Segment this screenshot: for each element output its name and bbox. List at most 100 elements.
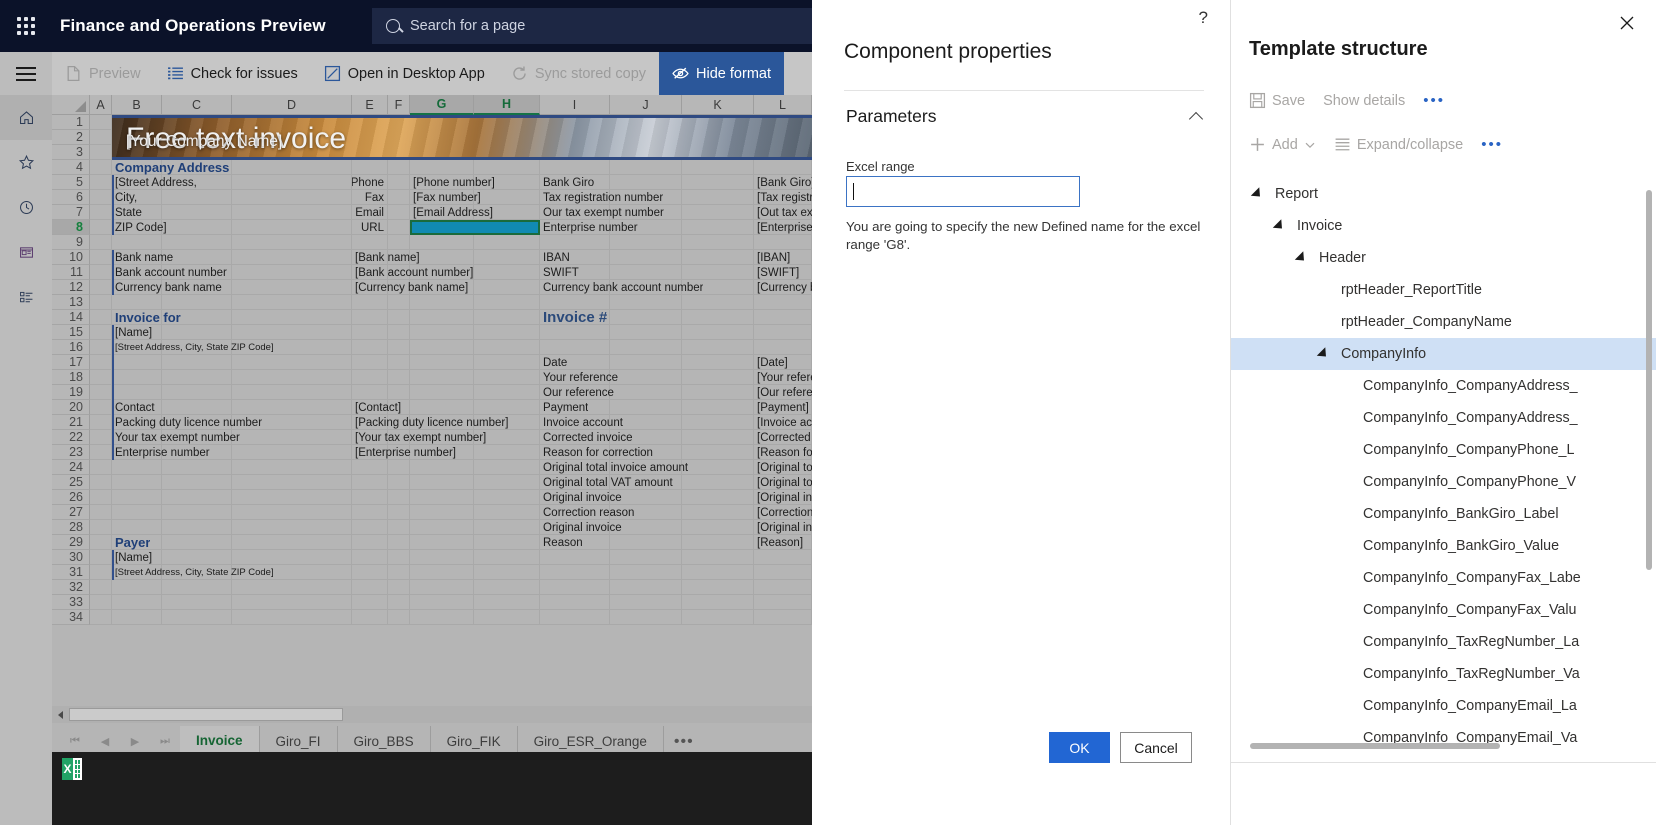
- grid-cell[interactable]: [232, 400, 352, 414]
- grid-cell[interactable]: [352, 490, 388, 504]
- grid-cell[interactable]: [90, 580, 112, 594]
- grid-cell[interactable]: [352, 310, 388, 324]
- grid-row[interactable]: [90, 475, 812, 490]
- grid-cell[interactable]: [112, 175, 162, 189]
- grid-cell[interactable]: [474, 235, 540, 249]
- grid-cell[interactable]: [540, 205, 610, 219]
- grid-cell[interactable]: [474, 280, 540, 294]
- grid-cell[interactable]: [112, 505, 162, 519]
- grid-cell[interactable]: [162, 340, 232, 354]
- grid-row[interactable]: [90, 505, 812, 520]
- grid-row[interactable]: [90, 490, 812, 505]
- grid-cell[interactable]: [352, 175, 388, 189]
- grid-body[interactable]: Company Address[Street Address,Phone[Pho…: [90, 115, 812, 625]
- grid-cell[interactable]: [162, 430, 232, 444]
- grid-cell[interactable]: [90, 595, 112, 609]
- grid-cell[interactable]: [610, 325, 682, 339]
- grid-cell[interactable]: [112, 385, 162, 399]
- grid-cell[interactable]: [90, 565, 112, 579]
- grid-cell[interactable]: [232, 460, 352, 474]
- grid-cell[interactable]: [162, 220, 232, 234]
- grid-cell[interactable]: [754, 280, 812, 294]
- grid-cell[interactable]: [540, 565, 610, 579]
- grid-cell[interactable]: [232, 610, 352, 624]
- tree-node-companyinfo-taxregnumber-la[interactable]: CompanyInfo_TaxRegNumber_La: [1231, 626, 1656, 658]
- row-header-9[interactable]: 9: [52, 235, 90, 250]
- template-tree[interactable]: ReportInvoiceHeaderrptHeader_ReportTitle…: [1231, 178, 1656, 746]
- grid-cell[interactable]: [540, 415, 610, 429]
- tree-node-rptheader-reporttitle[interactable]: rptHeader_ReportTitle: [1231, 274, 1656, 306]
- spreadsheet-grid[interactable]: ABCDEFGHIJKL 123456789101112131415161718…: [52, 95, 812, 755]
- hamburger-menu-icon[interactable]: [0, 52, 52, 95]
- grid-cell[interactable]: [90, 355, 112, 369]
- tree-horizontal-scrollbar[interactable]: [1250, 743, 1500, 749]
- grid-cell[interactable]: [682, 340, 754, 354]
- grid-cell[interactable]: [754, 370, 812, 384]
- grid-cell[interactable]: [388, 175, 410, 189]
- grid-cell[interactable]: [388, 550, 410, 564]
- selected-cell-G8[interactable]: [410, 220, 540, 235]
- grid-cell[interactable]: [474, 190, 540, 204]
- cancel-button[interactable]: Cancel: [1120, 732, 1192, 763]
- column-header-J[interactable]: J: [610, 95, 682, 115]
- grid-cell[interactable]: [754, 415, 812, 429]
- close-icon[interactable]: [1616, 12, 1638, 34]
- grid-cell[interactable]: [682, 160, 754, 174]
- column-header-D[interactable]: D: [232, 95, 352, 115]
- grid-cell[interactable]: [540, 505, 610, 519]
- grid-cell[interactable]: [410, 505, 474, 519]
- grid-cell[interactable]: [754, 325, 812, 339]
- grid-cell[interactable]: [682, 430, 754, 444]
- grid-cell[interactable]: [540, 535, 610, 549]
- grid-cell[interactable]: [610, 205, 682, 219]
- grid-cell[interactable]: [410, 160, 474, 174]
- grid-cell[interactable]: [352, 445, 388, 459]
- grid-cell[interactable]: [232, 475, 352, 489]
- grid-cell[interactable]: [610, 550, 682, 564]
- grid-cell[interactable]: [352, 220, 388, 234]
- grid-cell[interactable]: [410, 250, 474, 264]
- grid-cell[interactable]: [682, 355, 754, 369]
- grid-cell[interactable]: [410, 325, 474, 339]
- row-header-17[interactable]: 17: [52, 355, 90, 370]
- grid-cell[interactable]: [410, 490, 474, 504]
- parameters-section-header[interactable]: Parameters: [846, 106, 1204, 127]
- ribbon-button-open-in-desktop-app[interactable]: Open in Desktop App: [311, 52, 498, 95]
- row-header-20[interactable]: 20: [52, 400, 90, 415]
- grid-cell[interactable]: [754, 520, 812, 534]
- grid-cell[interactable]: [610, 505, 682, 519]
- grid-cell[interactable]: [474, 580, 540, 594]
- grid-cell[interactable]: [232, 595, 352, 609]
- grid-cell[interactable]: [474, 160, 540, 174]
- grid-cell[interactable]: [474, 400, 540, 414]
- grid-cell[interactable]: [232, 565, 352, 579]
- grid-cell[interactable]: [162, 535, 232, 549]
- grid-cell[interactable]: [388, 355, 410, 369]
- grid-cell[interactable]: [540, 430, 610, 444]
- grid-cell[interactable]: [410, 520, 474, 534]
- grid-cell[interactable]: [352, 295, 388, 309]
- show-details-button[interactable]: Show details: [1323, 93, 1405, 109]
- grid-cell[interactable]: [540, 385, 610, 399]
- grid-cell[interactable]: [232, 340, 352, 354]
- grid-cell[interactable]: [232, 415, 352, 429]
- grid-cell[interactable]: [388, 610, 410, 624]
- grid-cell[interactable]: [352, 385, 388, 399]
- grid-cell[interactable]: [754, 310, 812, 324]
- grid-cell[interactable]: [610, 475, 682, 489]
- grid-cell[interactable]: [352, 610, 388, 624]
- grid-cell[interactable]: [90, 280, 112, 294]
- grid-cell[interactable]: [474, 370, 540, 384]
- grid-cell[interactable]: [388, 160, 410, 174]
- grid-cell[interactable]: [232, 490, 352, 504]
- grid-cell[interactable]: [232, 250, 352, 264]
- grid-cell[interactable]: [232, 550, 352, 564]
- favorites-star-icon[interactable]: [0, 140, 52, 185]
- grid-cell[interactable]: [410, 400, 474, 414]
- grid-cell[interactable]: [162, 475, 232, 489]
- grid-cell[interactable]: [682, 280, 754, 294]
- grid-cell[interactable]: [682, 565, 754, 579]
- grid-cell[interactable]: [410, 355, 474, 369]
- row-header-34[interactable]: 34: [52, 610, 90, 625]
- grid-cell[interactable]: [90, 475, 112, 489]
